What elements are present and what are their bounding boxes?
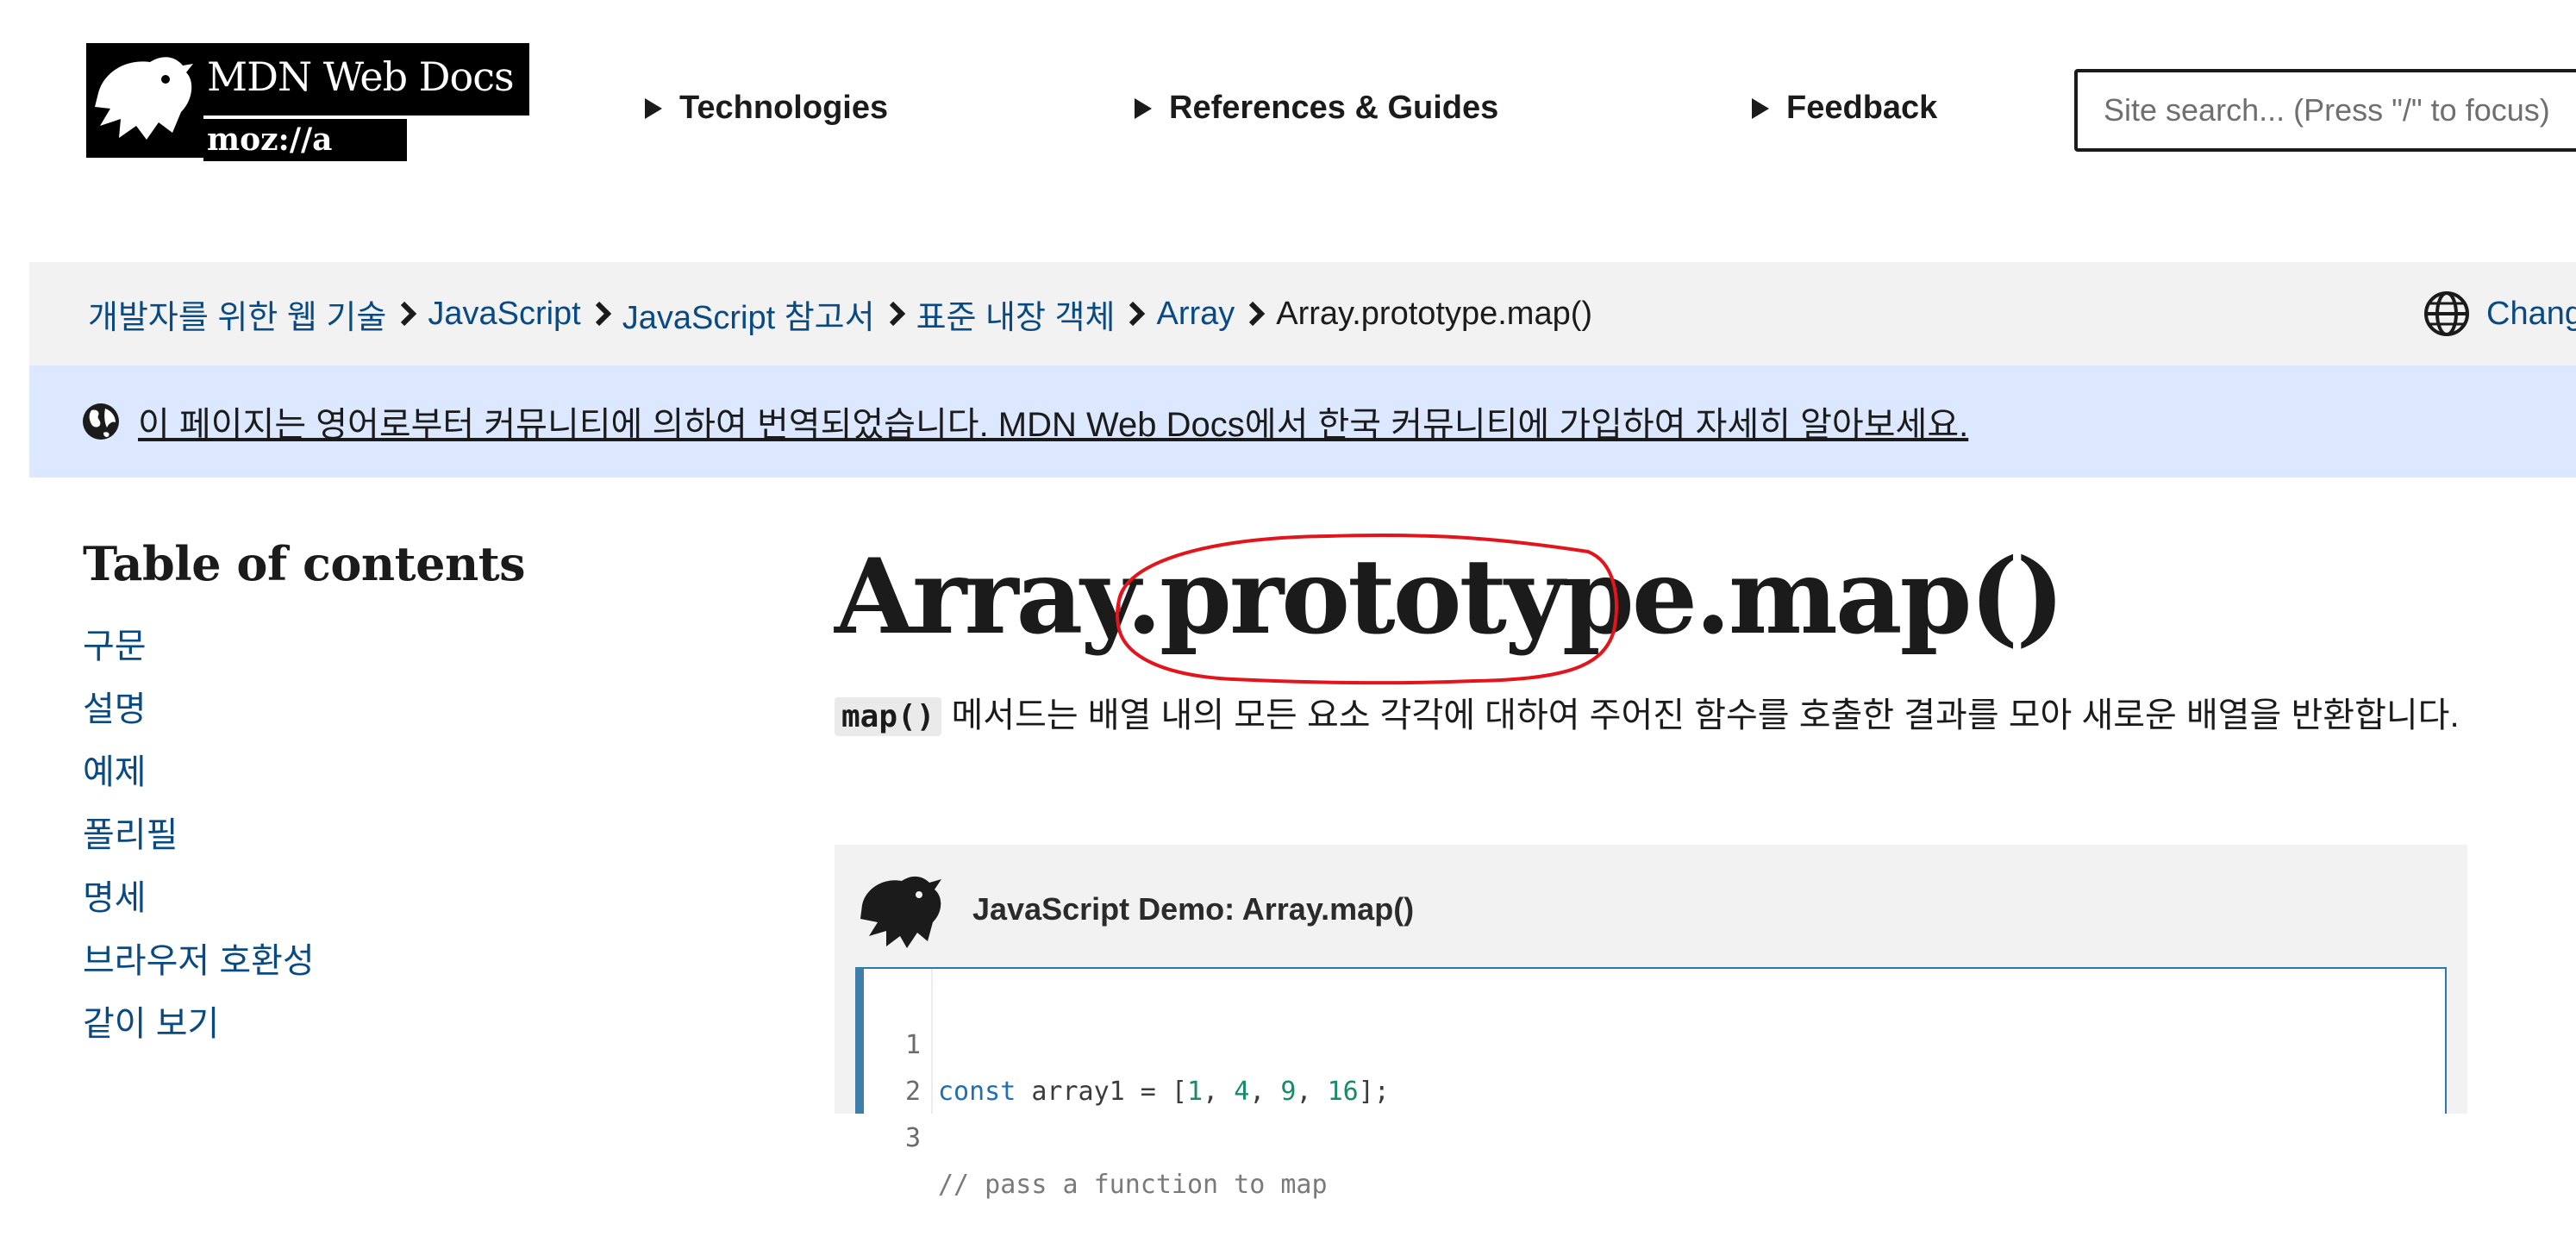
toc-item: 브라우저 호환성 [83,935,315,998]
disclosure-triangle-icon [1135,97,1152,119]
toc-item: 설명 [83,684,315,746]
code-comment: // pass a function to map [938,1170,1328,1200]
nav-feedback[interactable]: Feedback [1752,90,1937,127]
chevron-right-icon [401,301,417,327]
code-plain: array1 = [ [1016,1077,1187,1107]
logo-spacer [407,116,529,161]
breadcrumb-javascript[interactable]: JavaScript [428,296,580,333]
code-number: 1 [1187,1077,1204,1107]
change-language-label: Change [2486,295,2576,332]
toc-link-browser-compat[interactable]: 브라우저 호환성 [83,942,315,980]
earth-icon [83,403,119,440]
disclosure-triangle-icon [645,97,662,119]
breadcrumb-array[interactable]: Array [1156,296,1235,333]
globe-icon [2424,291,2469,336]
toc-item: 같이 보기 [83,998,315,1061]
toc-link-examples[interactable]: 예제 [83,753,147,791]
toc-item: 예제 [83,746,315,809]
page-title: Array.prototype.map() [835,536,2065,658]
chevron-right-icon [595,301,611,327]
nav-technologies-label: Technologies [679,90,889,126]
demo-title: JavaScript Demo: Array.map() [972,891,1415,927]
breadcrumb: 개발자를 위한 웹 기술 JavaScript JavaScript 참고서 표… [88,262,1592,365]
toc-link-polyfill[interactable]: 폴리필 [83,816,178,854]
dino-logo-icon [86,43,201,158]
toc-link-see-also[interactable]: 같이 보기 [83,1005,219,1043]
mozilla-wordmark-text: moz://a [207,122,333,158]
code-plain: ]; [1358,1077,1390,1107]
toc-link-syntax[interactable]: 구문 [83,628,147,665]
code-line: 2 [864,1022,957,1107]
chevron-right-icon [889,301,905,327]
nav-references-label: References & Guides [1169,90,1499,126]
breadcrumb-current: Array.prototype.map() [1276,295,1593,332]
toc-link-specifications[interactable]: 명세 [83,879,147,917]
mdn-logo[interactable]: MDN Web Docs moz://a [86,43,529,161]
disclosure-triangle-icon [1752,97,1769,119]
code-editor[interactable]: 1 const array1 = [1, 4, 9, 16]; 2 3 // p… [855,967,2447,1200]
code-number: 9 [1280,1077,1297,1107]
code-number: 4 [1234,1077,1250,1107]
breadcrumb-web-tech[interactable]: 개발자를 위한 웹 기술 [88,290,386,338]
code-line: 1 const array1 = [1, 4, 9, 16]; [864,976,1390,1107]
nav-feedback-label: Feedback [1786,90,1938,126]
toc-item: 폴리필 [83,809,315,872]
dino-logo-icon [860,876,941,948]
breadcrumb-builtin-objects[interactable]: 표준 내장 객체 [916,290,1116,338]
summary-paragraph: map() 메서드는 배열 내의 모든 요소 각각에 대하여 주어진 함수를 호… [835,690,2473,743]
toc-title: Table of contents [83,536,526,591]
site-search[interactable] [2074,69,2576,152]
toc-item: 명세 [83,872,315,935]
chevron-right-icon [1249,301,1266,327]
code-number: 16 [1327,1077,1359,1107]
chevron-right-icon [1129,301,1146,327]
line-number: 3 [904,1123,921,1153]
code-line: 3 // pass a function to map [864,1069,1328,1200]
summary-code: map() [835,697,942,736]
breadcrumb-bar: 개발자를 위한 웹 기술 JavaScript JavaScript 참고서 표… [29,262,2576,365]
toc-list: 구문 설명 예제 폴리필 명세 브라우저 호환성 같이 보기 [83,621,315,1061]
change-language-button[interactable]: Change [2423,262,2576,365]
translation-notice-link[interactable]: 이 페이지는 영어로부터 커뮤니티에 의하여 번역되었습니다. MDN Web … [138,396,1968,446]
toc-item: 구문 [83,621,315,684]
logo-title: MDN Web Docs [207,53,515,100]
translation-notice: 이 페이지는 영어로부터 커뮤니티에 의하여 번역되었습니다. MDN Web … [29,365,2576,478]
toc-link-description[interactable]: 설명 [83,690,147,728]
summary-text: 메서드는 배열 내의 모든 요소 각각에 대하여 주어진 함수를 호출한 결과를… [941,696,2460,734]
nav-references-guides[interactable]: References & Guides [1135,90,1498,127]
interactive-demo: JavaScript Demo: Array.map() 1 const arr… [835,845,2467,1200]
search-input[interactable] [2078,72,2576,148]
nav-technologies[interactable]: Technologies [645,90,888,127]
breadcrumb-js-reference[interactable]: JavaScript 참고서 [622,290,875,338]
mozilla-wordmark: moz://a [203,116,407,161]
code-text: const array1 = [1, 4, 9, 16]; [938,1077,1390,1107]
